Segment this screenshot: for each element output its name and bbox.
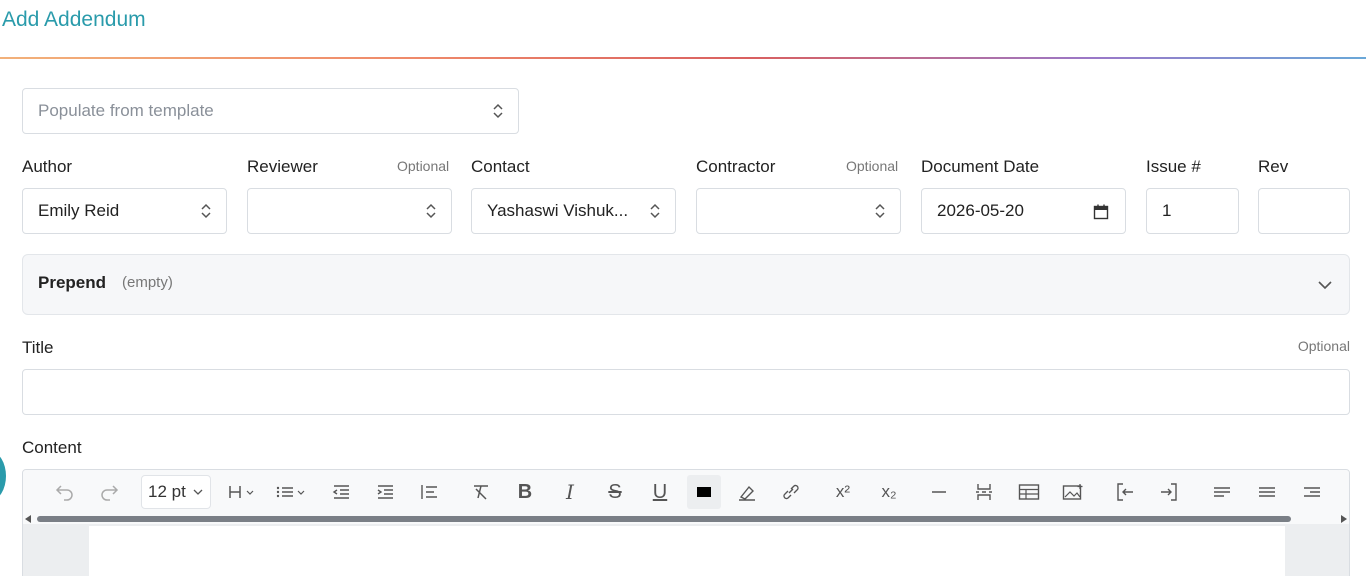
- image-icon[interactable]: [1061, 480, 1085, 504]
- chevron-up-down-icon: [493, 103, 503, 119]
- import-icon[interactable]: [1113, 480, 1137, 504]
- clear-format-icon[interactable]: [469, 480, 493, 504]
- title-label: Title: [22, 338, 54, 357]
- content-editor[interactable]: 12 pt B I S U x² x₂: [22, 469, 1350, 576]
- rev-field[interactable]: [1258, 188, 1350, 234]
- undo-icon[interactable]: [53, 480, 77, 504]
- contact-value: Yashaswi Vishuk...: [487, 201, 629, 220]
- list-icon[interactable]: [275, 480, 309, 504]
- underline-icon[interactable]: U: [648, 480, 672, 504]
- prepend-section[interactable]: Prepend (empty): [22, 254, 1350, 315]
- side-help-bubble[interactable]: [0, 452, 6, 500]
- text-color-icon[interactable]: [687, 475, 721, 509]
- reviewer-label: Reviewer: [247, 157, 318, 176]
- bold-icon[interactable]: B: [513, 480, 537, 504]
- content-label: Content: [22, 438, 82, 457]
- italic-icon[interactable]: I: [558, 480, 582, 504]
- prepend-label: Prepend: [38, 273, 107, 292]
- document-date-value: 2026-05-20: [937, 201, 1024, 220]
- author-value: Emily Reid: [38, 201, 120, 220]
- font-size-select[interactable]: 12 pt: [141, 475, 211, 509]
- issue-field[interactable]: 1: [1146, 188, 1239, 234]
- align-right-icon[interactable]: [1300, 480, 1324, 504]
- scroll-left-arrow-icon[interactable]: [25, 515, 31, 523]
- redo-icon[interactable]: [97, 480, 121, 504]
- document-date-label: Document Date: [921, 157, 1040, 176]
- page-break-icon[interactable]: [972, 480, 996, 504]
- rev-label: Rev: [1258, 157, 1289, 176]
- author-label: Author: [22, 157, 73, 176]
- header: Add Addendum: [0, 0, 1366, 59]
- editor-toolbar: 12 pt B I S U x² x₂: [23, 470, 1349, 514]
- header-divider: [0, 57, 1366, 59]
- scroll-right-arrow-icon[interactable]: [1341, 515, 1347, 523]
- template-select[interactable]: Populate from template: [22, 88, 519, 134]
- strikethrough-icon[interactable]: S: [603, 480, 627, 504]
- chevron-up-down-icon: [426, 203, 436, 219]
- document-date-field[interactable]: 2026-05-20: [921, 188, 1126, 234]
- author-select[interactable]: Emily Reid: [22, 188, 227, 234]
- blockquote-icon[interactable]: [417, 480, 441, 504]
- outdent-icon[interactable]: [329, 480, 353, 504]
- export-icon[interactable]: [1157, 480, 1181, 504]
- subscript-icon[interactable]: x₂: [875, 480, 903, 504]
- reviewer-optional: Optional: [397, 158, 450, 174]
- chevron-up-down-icon: [650, 203, 660, 219]
- contact-label: Contact: [471, 157, 530, 176]
- superscript-icon[interactable]: x²: [829, 480, 857, 504]
- calendar-icon[interactable]: [1093, 204, 1109, 220]
- align-center-icon[interactable]: [1255, 480, 1279, 504]
- page-title: Add Addendum: [2, 8, 146, 31]
- indent-icon[interactable]: [373, 480, 397, 504]
- contractor-label: Contractor: [696, 157, 776, 176]
- reviewer-select[interactable]: [247, 188, 452, 234]
- contact-select[interactable]: Yashaswi Vishuk...: [471, 188, 676, 234]
- link-icon[interactable]: [779, 480, 803, 504]
- title-input[interactable]: [22, 369, 1350, 415]
- contractor-select[interactable]: [696, 188, 901, 234]
- editor-document-area: [23, 524, 1349, 576]
- highlight-icon[interactable]: [735, 480, 759, 504]
- chevron-down-icon: [193, 489, 203, 495]
- scrollbar-thumb[interactable]: [37, 516, 1291, 522]
- issue-label: Issue #: [1146, 157, 1201, 176]
- chevron-down-icon[interactable]: [1317, 279, 1333, 291]
- editor-page[interactable]: [89, 526, 1285, 576]
- title-optional: Optional: [1297, 338, 1350, 354]
- font-size-value: 12 pt: [148, 482, 186, 501]
- toolbar-scrollbar[interactable]: [23, 514, 1349, 524]
- horizontal-rule-icon[interactable]: [927, 480, 951, 504]
- contractor-optional: Optional: [846, 158, 899, 174]
- chevron-up-down-icon: [201, 203, 211, 219]
- issue-value: 1: [1162, 201, 1172, 220]
- table-icon[interactable]: [1017, 480, 1041, 504]
- template-placeholder: Populate from template: [38, 101, 214, 120]
- chevron-up-down-icon: [875, 203, 885, 219]
- heading-icon[interactable]: [227, 480, 259, 504]
- align-left-icon[interactable]: [1210, 480, 1234, 504]
- prepend-status: (empty): [122, 274, 173, 291]
